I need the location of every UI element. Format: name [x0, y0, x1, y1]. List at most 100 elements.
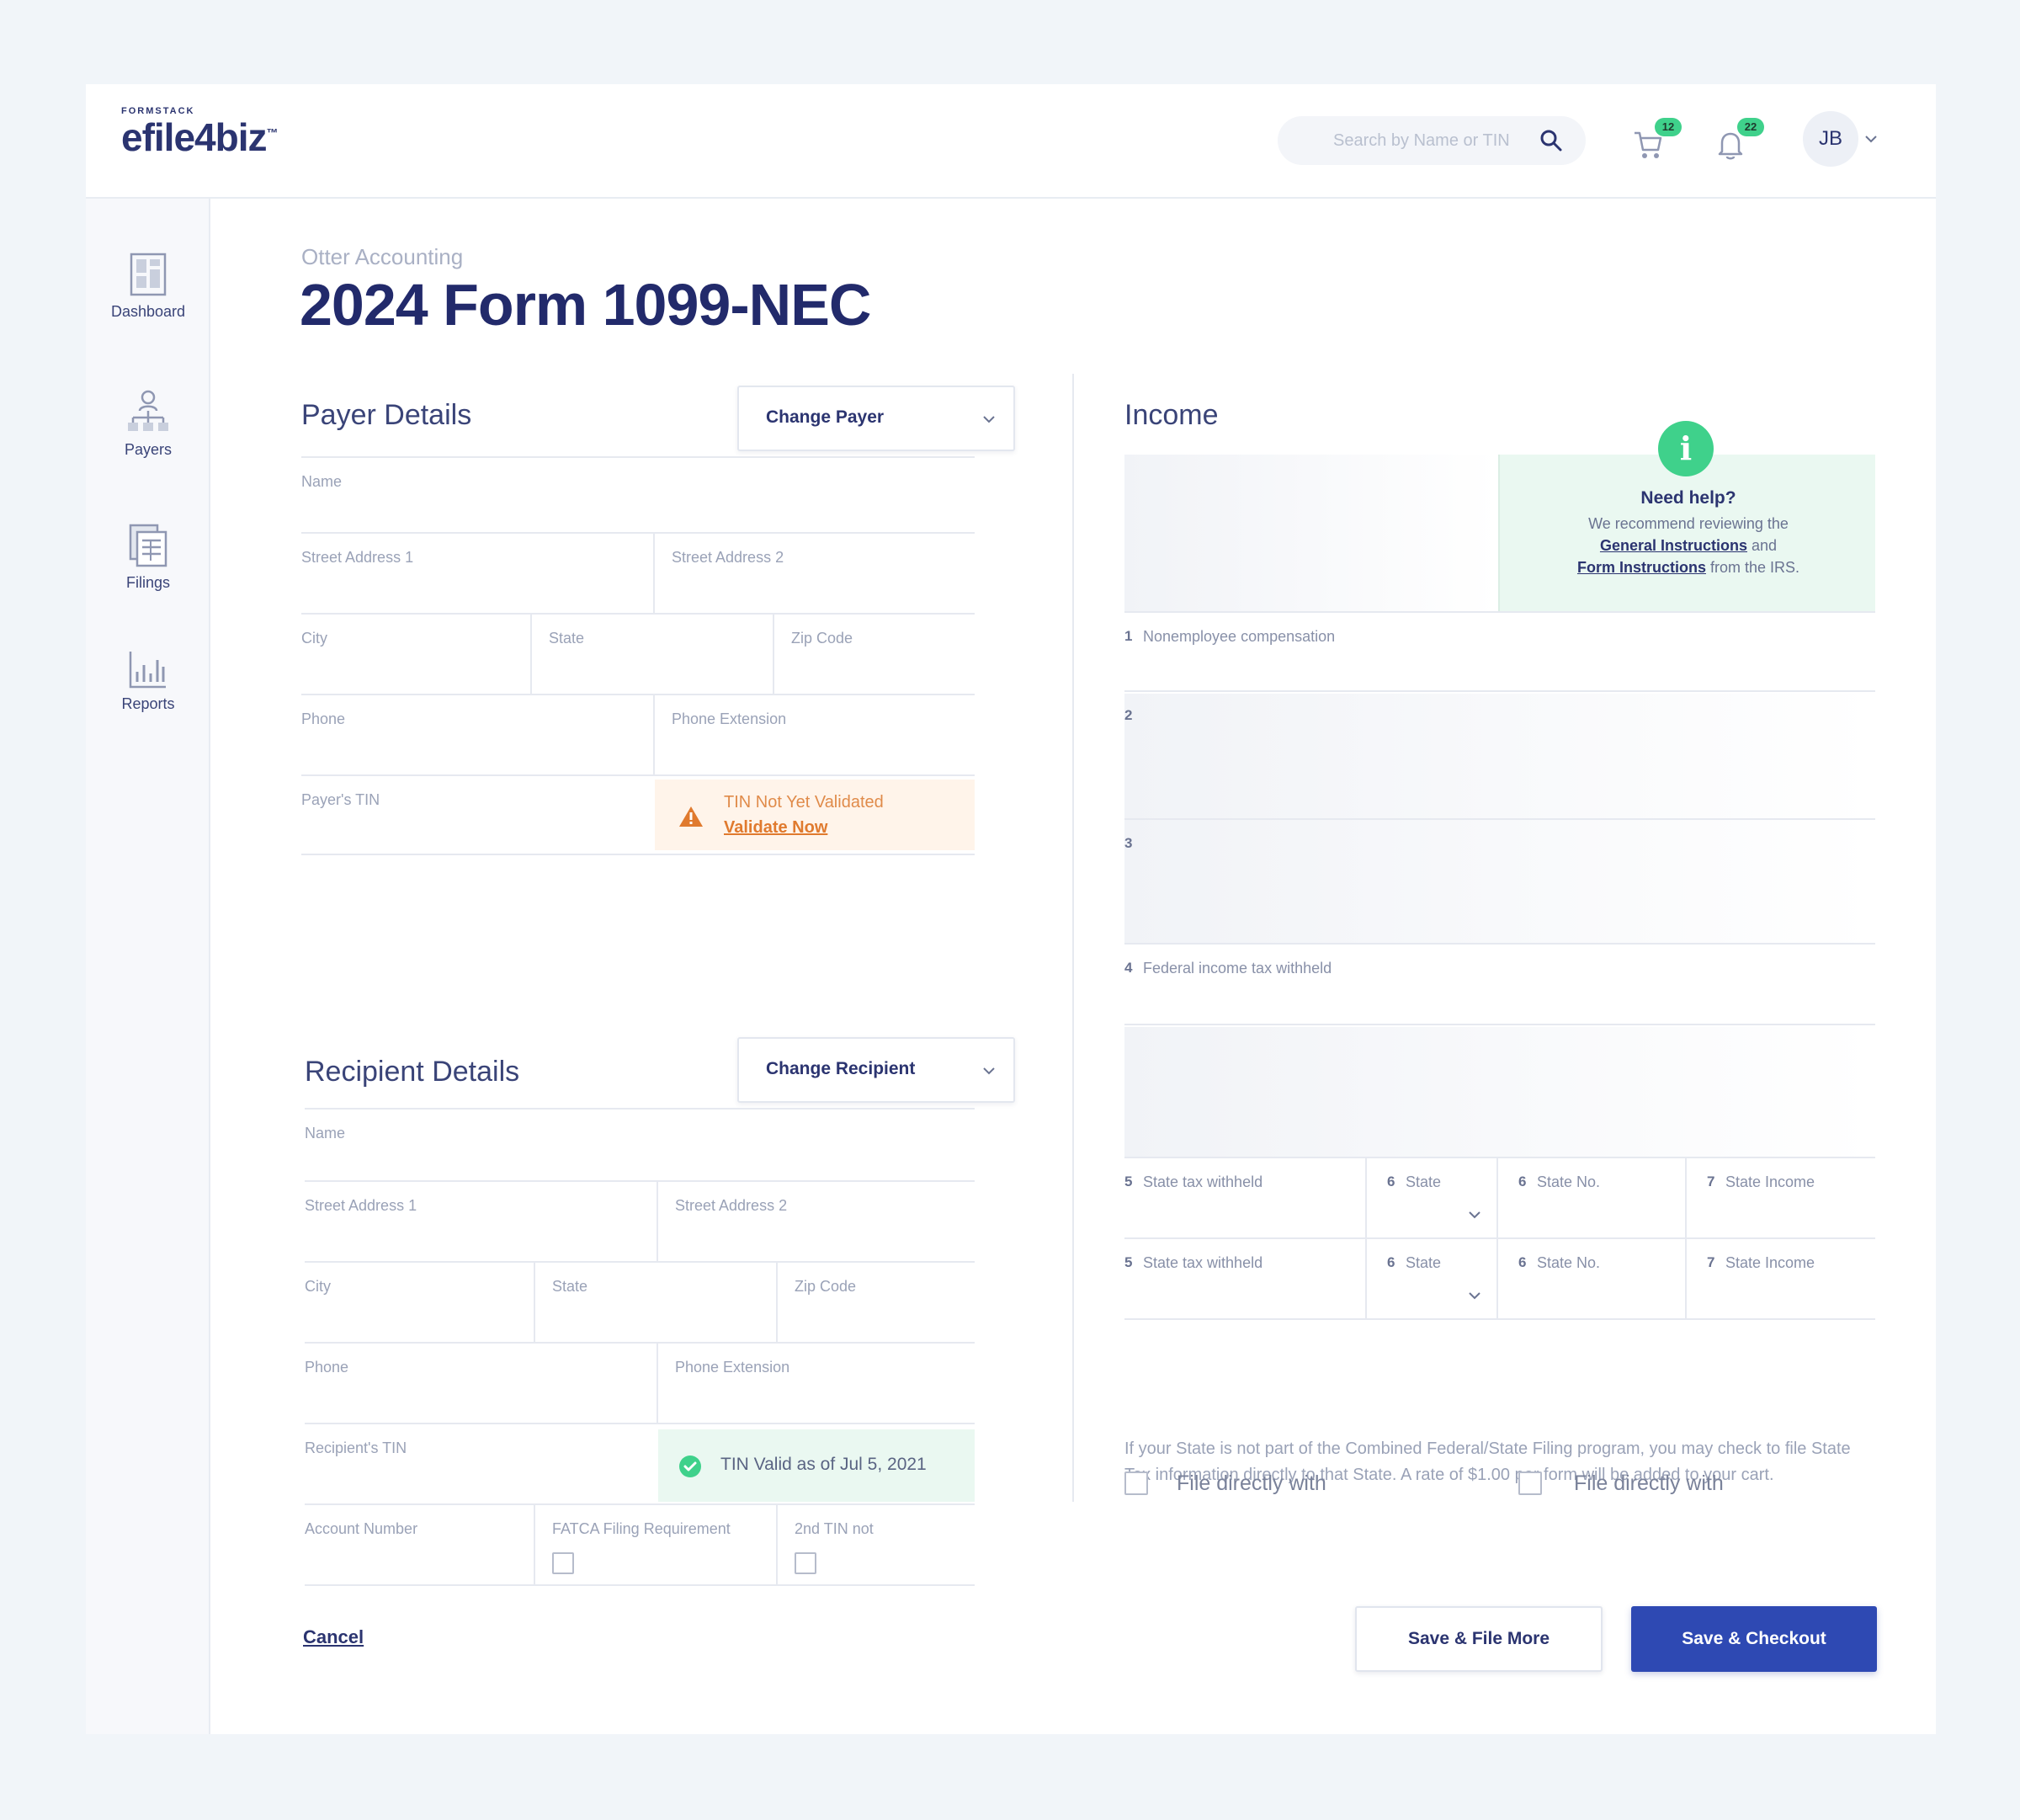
- state-income-input[interactable]: [1687, 1283, 1875, 1313]
- payer-name-field[interactable]: Name: [301, 458, 975, 534]
- payer-state-input[interactable]: [549, 658, 768, 689]
- payer-tin-input[interactable]: [301, 818, 638, 849]
- change-recipient-dropdown[interactable]: Change Recipient: [737, 1037, 1015, 1103]
- recipient-phone-field[interactable]: Phone: [305, 1344, 658, 1424]
- form-instructions-link[interactable]: Form Instructions: [1577, 559, 1706, 576]
- payer-phone-field[interactable]: Phone: [301, 695, 655, 776]
- payer-city-input[interactable]: [301, 658, 530, 689]
- sidebar-item-filings[interactable]: Filings: [86, 522, 210, 592]
- recipient-name-field[interactable]: Name: [305, 1110, 975, 1182]
- user-avatar[interactable]: JB: [1803, 111, 1858, 167]
- payer-street1-field[interactable]: Street Address 1: [301, 534, 655, 615]
- save-file-more-button[interactable]: Save & File More: [1355, 1606, 1603, 1672]
- app-window: FORMSTACK efile4biz™ 12 22: [86, 84, 1936, 1734]
- state-number-field[interactable]: 6 State No.: [1498, 1239, 1687, 1320]
- cancel-link[interactable]: Cancel: [303, 1626, 364, 1648]
- income-box-1[interactable]: 1 Nonemployee compensation: [1124, 611, 1875, 692]
- column-divider: [1072, 374, 1074, 1502]
- general-instructions-link[interactable]: General Instructions: [1600, 537, 1747, 554]
- chevron-down-icon[interactable]: [1863, 133, 1879, 145]
- state-select[interactable]: 6 State: [1367, 1158, 1498, 1239]
- state-number-field[interactable]: 6 State No.: [1498, 1158, 1687, 1239]
- recipient-street1-input[interactable]: [305, 1226, 656, 1256]
- field-label: Zip Code: [791, 630, 853, 647]
- nonemployee-compensation-input[interactable]: [1124, 655, 1875, 685]
- payer-state-field[interactable]: State: [532, 615, 774, 695]
- box-label: State No.: [1537, 1254, 1601, 1271]
- payer-zip-input[interactable]: [791, 658, 968, 689]
- info-icon: i: [1658, 421, 1714, 476]
- field-label: State: [549, 630, 585, 647]
- federal-tax-withheld-input[interactable]: [1124, 988, 1875, 1019]
- sidebar-item-label: Dashboard: [110, 303, 186, 320]
- file-directly-checkbox-1[interactable]: [1124, 1471, 1148, 1495]
- notifications-button[interactable]: 22: [1714, 118, 1764, 165]
- recipient-name-input[interactable]: [305, 1145, 975, 1175]
- recipient-phone-ext-field[interactable]: Phone Extension: [658, 1344, 975, 1424]
- payer-zip-field[interactable]: Zip Code: [774, 615, 975, 695]
- recipient-city-field[interactable]: City: [305, 1263, 535, 1344]
- field-label: Phone Extension: [675, 1359, 790, 1376]
- payer-city-field[interactable]: City: [301, 615, 532, 695]
- help-suffix-text: from the IRS.: [1710, 559, 1800, 576]
- state-tax-withheld-field[interactable]: 5 State tax withheld: [1124, 1239, 1367, 1320]
- recipient-state-input[interactable]: [552, 1306, 771, 1337]
- payer-street2-field[interactable]: Street Address 2: [655, 534, 975, 615]
- file-directly-checkbox-2[interactable]: [1518, 1471, 1542, 1495]
- notifications-count-badge: 22: [1737, 118, 1764, 136]
- account-number-field[interactable]: Account Number: [305, 1505, 535, 1586]
- recipient-street1-field[interactable]: Street Address 1: [305, 1182, 658, 1263]
- field-label: Phone: [301, 710, 346, 727]
- recipient-tin-input[interactable]: [305, 1468, 641, 1498]
- warning-icon: [679, 806, 703, 827]
- search-icon[interactable]: [1539, 128, 1564, 153]
- account-number-input[interactable]: [305, 1549, 534, 1579]
- field-label: FATCA Filing Requirement: [552, 1520, 731, 1537]
- state-tax-withheld-field[interactable]: 5 State tax withheld: [1124, 1158, 1367, 1239]
- recipient-state-field[interactable]: State: [535, 1263, 778, 1344]
- payer-phone-ext-field[interactable]: Phone Extension: [655, 695, 975, 776]
- field-label: State: [552, 1278, 588, 1295]
- fatca-checkbox[interactable]: [552, 1552, 574, 1574]
- recipient-details-title: Recipient Details: [305, 1056, 520, 1088]
- income-box-2: 2: [1124, 692, 1875, 820]
- search-input[interactable]: [1278, 116, 1530, 165]
- payer-tin-status: TIN Not Yet Validated Validate Now: [655, 780, 975, 850]
- recipient-zip-input[interactable]: [795, 1306, 971, 1337]
- second-tin-checkbox[interactable]: [795, 1552, 816, 1574]
- state-tax-withheld-input[interactable]: [1124, 1202, 1365, 1232]
- sidebar-item-payers[interactable]: Payers: [86, 389, 210, 459]
- recipient-street2-field[interactable]: Street Address 2: [658, 1182, 975, 1263]
- recipient-street2-input[interactable]: [675, 1226, 970, 1256]
- recipient-phone-ext-input[interactable]: [675, 1387, 970, 1418]
- field-label: Payer's TIN: [301, 791, 380, 808]
- payer-name-input[interactable]: [301, 497, 975, 527]
- help-title: Need help?: [1640, 488, 1736, 508]
- payer-street1-input[interactable]: [301, 577, 653, 608]
- help-text: We recommend reviewing the: [1588, 515, 1789, 532]
- state-tax-withheld-input[interactable]: [1124, 1283, 1365, 1313]
- state-select[interactable]: 6 State: [1367, 1239, 1498, 1320]
- brand-logo[interactable]: FORMSTACK efile4biz™: [121, 106, 279, 160]
- recipient-zip-field[interactable]: Zip Code: [778, 1263, 975, 1344]
- state-income-field[interactable]: 7 State Income: [1687, 1158, 1875, 1239]
- cart-button[interactable]: 12: [1631, 118, 1682, 165]
- payer-phone-ext-input[interactable]: [672, 739, 975, 769]
- change-payer-dropdown[interactable]: Change Payer: [737, 386, 1015, 451]
- recipient-city-input[interactable]: [305, 1306, 534, 1337]
- payer-street2-input[interactable]: [672, 577, 975, 608]
- sidebar-item-dashboard[interactable]: Dashboard: [86, 251, 210, 321]
- state-number-input[interactable]: [1498, 1283, 1685, 1313]
- state-number-input[interactable]: [1498, 1202, 1685, 1232]
- state-income-input[interactable]: [1687, 1202, 1875, 1232]
- income-box-4[interactable]: 4 Federal income tax withheld: [1124, 945, 1875, 1025]
- sidebar-item-reports[interactable]: Reports: [86, 648, 210, 713]
- save-checkout-button[interactable]: Save & Checkout: [1631, 1606, 1877, 1672]
- payer-phone-input[interactable]: [301, 739, 653, 769]
- validate-now-link[interactable]: Validate Now: [724, 818, 827, 838]
- box-number: 5: [1124, 1254, 1133, 1270]
- box-number: 3: [1124, 835, 1133, 851]
- state-income-field[interactable]: 7 State Income: [1687, 1239, 1875, 1320]
- recipient-phone-input[interactable]: [305, 1387, 656, 1418]
- income-title: Income: [1124, 399, 1219, 431]
